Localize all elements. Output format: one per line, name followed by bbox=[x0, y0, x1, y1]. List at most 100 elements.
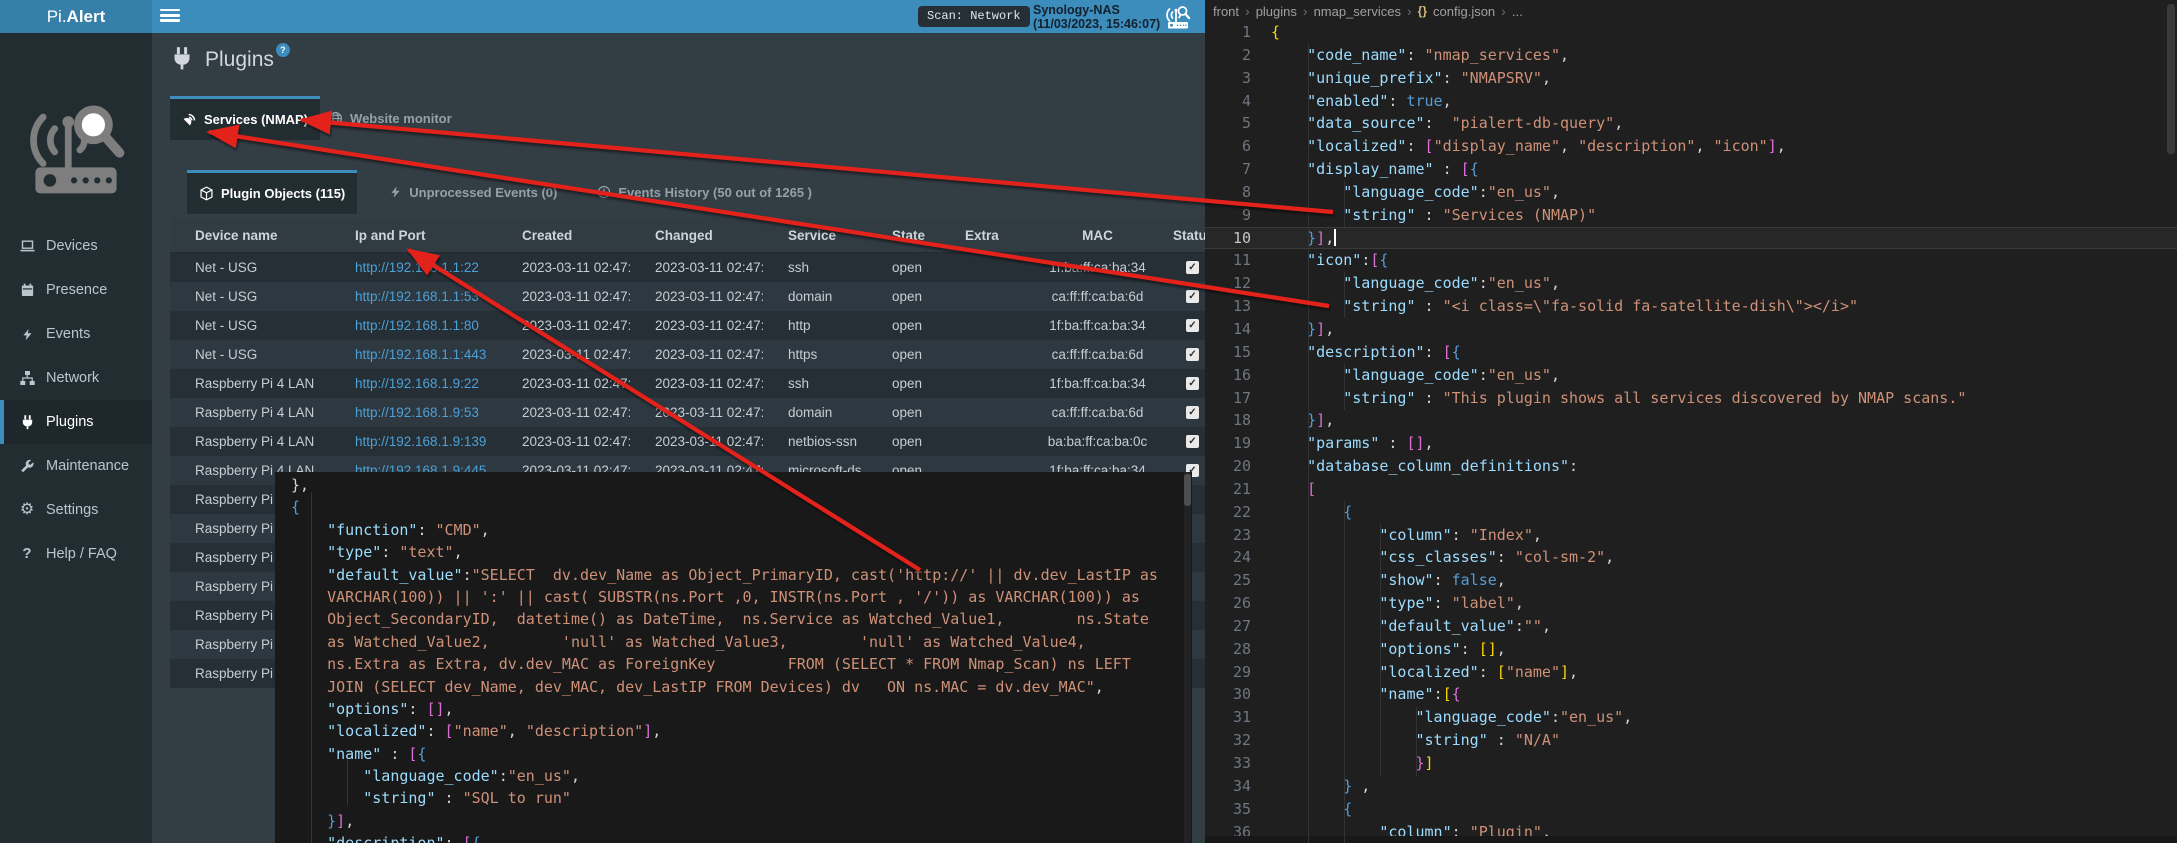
plugin-tabs: Services (NMAP) Website monitor bbox=[170, 96, 460, 140]
tab-label: Events History (50 out of 1265 ) bbox=[618, 185, 812, 200]
sidebar-item-devices[interactable]: Devices bbox=[0, 224, 152, 268]
status-checkbox[interactable]: ✓ bbox=[1186, 261, 1199, 274]
ip-port-link[interactable]: http://192.168.1.1:443 bbox=[355, 347, 486, 362]
column-header[interactable]: Extra bbox=[940, 228, 1035, 243]
text-cursor bbox=[1334, 229, 1336, 246]
column-header[interactable]: State bbox=[867, 228, 940, 243]
cell-status: ✓ bbox=[1160, 348, 1205, 361]
cell-mac: 1f:ba:ff:ca:ba:34 bbox=[1035, 260, 1160, 275]
cell-mac: ba:ba:ff:ca:ba:0c bbox=[1035, 434, 1160, 449]
column-header[interactable]: Device name bbox=[170, 228, 330, 243]
code-line: 21 [ bbox=[1205, 478, 2177, 501]
tab-events-history[interactable]: Events History (50 out of 1265 ) bbox=[589, 170, 820, 214]
satellite-dish-icon bbox=[182, 112, 197, 127]
status-checkbox[interactable]: ✓ bbox=[1186, 377, 1199, 390]
config-code-overlay[interactable]: },{ "function": "CMD", "type": "text", "… bbox=[275, 472, 1192, 843]
line-number: 28 bbox=[1205, 638, 1271, 661]
column-header[interactable]: Changed bbox=[630, 228, 763, 243]
line-number: 26 bbox=[1205, 592, 1271, 615]
breadcrumb-item[interactable]: nmap_services bbox=[1314, 4, 1401, 19]
pialert-app: Pi.Alert Scan: Network Synology-NAS (11/… bbox=[0, 0, 2177, 843]
indent-guide bbox=[1344, 181, 1345, 227]
sidebar-item-events[interactable]: Events bbox=[0, 312, 152, 356]
table-header-row: Device nameIp and PortCreatedChangedServ… bbox=[170, 218, 1205, 253]
editor-scrollbar[interactable] bbox=[2167, 4, 2175, 154]
bolt-icon bbox=[18, 325, 36, 343]
cell-service: domain bbox=[763, 289, 867, 304]
cell-state: open bbox=[867, 289, 940, 304]
breadcrumb-item[interactable]: plugins bbox=[1256, 4, 1297, 19]
breadcrumb-item[interactable]: front bbox=[1213, 4, 1239, 19]
cell-changed: 2023-03-11 02:47:20 bbox=[630, 289, 763, 304]
sidebar-menu: DevicesPresenceEventsNetworkPluginsMaint… bbox=[0, 224, 152, 576]
status-checkbox[interactable]: ✓ bbox=[1186, 319, 1199, 332]
ip-port-link[interactable]: http://192.168.1.1:22 bbox=[355, 260, 479, 275]
breadcrumb: front › plugins › nmap_services › {} con… bbox=[1213, 3, 1523, 19]
line-number: 5 bbox=[1205, 112, 1271, 135]
ip-port-link[interactable]: http://192.168.1.9:22 bbox=[355, 376, 479, 391]
code-editor[interactable]: front › plugins › nmap_services › {} con… bbox=[1205, 0, 2177, 843]
ip-port-link[interactable]: http://192.168.1.9:139 bbox=[355, 434, 486, 449]
sidebar-item-plugins[interactable]: Plugins bbox=[0, 400, 152, 444]
nas-name: Synology-NAS bbox=[1033, 3, 1160, 17]
sidebar-item-network[interactable]: Network bbox=[0, 356, 152, 400]
code-line: 32 "string" : "N/A" bbox=[1205, 729, 2177, 752]
code-line: 5 "data_source": "pialert-db-query", bbox=[1205, 112, 2177, 135]
overlay-code-lines: },{ "function": "CMD", "type": "text", "… bbox=[275, 472, 1192, 843]
cell-mac: ca:ff:ff:ca:ba:6d bbox=[1035, 347, 1160, 362]
sidebar-item-presence[interactable]: Presence bbox=[0, 268, 152, 312]
sidebar: DevicesPresenceEventsNetworkPluginsMaint… bbox=[0, 33, 152, 843]
code-line: 35 { bbox=[1205, 798, 2177, 821]
breadcrumb-file[interactable]: config.json bbox=[1433, 4, 1495, 19]
ip-port-link[interactable]: http://192.168.1.1:53 bbox=[355, 289, 479, 304]
status-checkbox[interactable]: ✓ bbox=[1186, 290, 1199, 303]
line-number: 27 bbox=[1205, 615, 1271, 638]
sitemap-icon bbox=[18, 369, 36, 387]
status-checkbox[interactable]: ✓ bbox=[1186, 406, 1199, 419]
tab-website-monitor[interactable]: Website monitor bbox=[320, 96, 460, 140]
code-line: 18 }], bbox=[1205, 409, 2177, 432]
code-line: 34 } , bbox=[1205, 775, 2177, 798]
tab-unprocessed-events[interactable]: Unprocessed Events (0) bbox=[381, 170, 565, 214]
cell-device: Raspberry Pi 4 LAN bbox=[170, 405, 330, 420]
clock-icon bbox=[597, 185, 611, 199]
tab-services-nmap[interactable]: Services (NMAP) bbox=[170, 96, 320, 140]
cell-state: open bbox=[867, 318, 940, 333]
column-header[interactable]: MAC bbox=[1035, 228, 1160, 243]
help-badge[interactable]: ? bbox=[276, 43, 290, 57]
table-row: Net - USGhttp://192.168.1.1:532023-03-11… bbox=[170, 282, 1205, 311]
code-line: "language_code":"en_us", bbox=[275, 765, 1192, 787]
code-line: 19 "params" : [], bbox=[1205, 432, 2177, 455]
code-line: ns.Extra as Extra, dv.dev_MAC as Foreign… bbox=[275, 653, 1192, 675]
sidebar-item-maintenance[interactable]: Maintenance bbox=[0, 444, 152, 488]
tab-plugin-objects[interactable]: Plugin Objects (115) bbox=[187, 170, 357, 214]
code-line: 26 "type": "label", bbox=[1205, 592, 2177, 615]
indent-guide bbox=[1416, 707, 1417, 776]
sidebar-item-help-faq[interactable]: ?Help / FAQ bbox=[0, 532, 152, 576]
status-checkbox[interactable]: ✓ bbox=[1186, 348, 1199, 361]
sidebar-toggle-icon[interactable] bbox=[160, 9, 180, 24]
cell-status: ✓ bbox=[1160, 319, 1205, 332]
indent-guide bbox=[1344, 364, 1345, 410]
ip-port-link[interactable]: http://192.168.1.1:80 bbox=[355, 318, 479, 333]
line-number: 2 bbox=[1205, 44, 1271, 67]
column-header[interactable]: Service bbox=[763, 228, 867, 243]
overlay-scrollbar[interactable] bbox=[1184, 472, 1191, 843]
table-row: Raspberry Pi 4 LANhttp://192.168.1.9:139… bbox=[170, 427, 1205, 456]
code-line: "string" : "SQL to run" bbox=[275, 787, 1192, 809]
cell-changed: 2023-03-11 02:47:20 bbox=[630, 405, 763, 420]
column-header[interactable]: Created bbox=[497, 228, 630, 243]
breadcrumb-tail[interactable]: ... bbox=[1512, 4, 1523, 19]
brand-logo[interactable]: Pi.Alert bbox=[0, 0, 152, 33]
sidebar-item-settings[interactable]: ⚙Settings bbox=[0, 488, 152, 532]
code-line: 25 "show": false, bbox=[1205, 569, 2177, 592]
ip-port-link[interactable]: http://192.168.1.9:53 bbox=[355, 405, 479, 420]
column-header[interactable]: Ip and Port bbox=[330, 228, 497, 243]
cell-device: Net - USG bbox=[170, 260, 330, 275]
page-title: Plugins bbox=[205, 45, 274, 75]
code-line: { bbox=[275, 496, 1192, 518]
status-checkbox[interactable]: ✓ bbox=[1186, 435, 1199, 448]
code-line: 17 "string" : "This plugin shows all ser… bbox=[1205, 387, 2177, 410]
column-header[interactable]: Status bbox=[1160, 228, 1205, 243]
code-line: 7 "display_name" : [{ bbox=[1205, 158, 2177, 181]
